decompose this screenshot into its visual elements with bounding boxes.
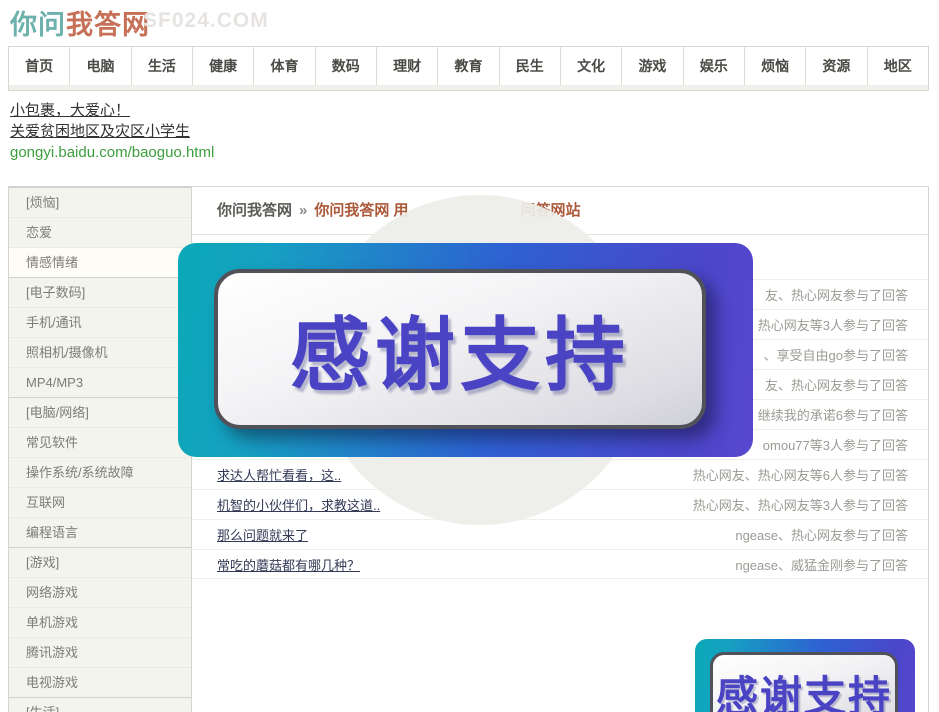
nav-item[interactable]: 生活 [132, 47, 193, 85]
nav-item[interactable]: 游戏 [622, 47, 683, 85]
question-title-link[interactable]: 那么问题就来了 [217, 525, 308, 544]
category-sidebar: [烦恼]恋爱情感情绪[电子数码]手机/通讯照相机/摄像机MP4/MP3[电脑/网… [9, 187, 192, 712]
nav-item[interactable]: 文化 [561, 47, 622, 85]
sidebar-category-item[interactable]: [电脑/网络] [9, 397, 191, 427]
sidebar-category-item[interactable]: 编程语言 [9, 517, 191, 547]
page-title-start: 你问我答网 用 [314, 202, 408, 219]
nav-item[interactable]: 烦恼 [745, 47, 806, 85]
main-nav: 首页电脑生活健康体育数码理财教育民生文化游戏娱乐烦恼资源地区 [8, 46, 929, 91]
sidebar-category-item[interactable]: 常见软件 [9, 427, 191, 457]
question-answer-info: ngease、威猛金刚参与了回答 [735, 555, 908, 574]
sidebar-category-item[interactable]: 照相机/摄像机 [9, 337, 191, 367]
nav-item[interactable]: 电脑 [70, 47, 131, 85]
question-title-link[interactable]: 常吃的蘑菇都有哪几种？ [217, 555, 360, 574]
nav-item[interactable]: 健康 [193, 47, 254, 85]
question-row: 常吃的蘑菇都有哪几种？ ngease、威猛金刚参与了回答 [192, 549, 928, 579]
question-answer-info: 热心网友、热心网友等3人参与了回答 [693, 495, 908, 514]
nav-item[interactable]: 数码 [316, 47, 377, 85]
site-logo[interactable]: 你问我答网 [10, 3, 150, 42]
page: 你问我答网 SF024.COM 首页电脑生活健康体育数码理财教育民生文化游戏娱乐… [0, 0, 939, 712]
sidebar-category-item[interactable]: 单机游戏 [9, 607, 191, 637]
sidebar-category-item[interactable]: 网络游戏 [9, 577, 191, 607]
question-answer-info: ngease、热心网友参与了回答 [735, 525, 908, 544]
thanks-banner-large-plate: 感谢支持 [214, 269, 706, 429]
nav-item[interactable]: 民生 [500, 47, 561, 85]
sidebar-category-item[interactable]: 互联网 [9, 487, 191, 517]
sidebar-category-item[interactable]: MP4/MP3 [9, 367, 191, 397]
sidebar-category-item[interactable]: [烦恼] [9, 187, 191, 217]
sidebar-category-item[interactable]: 情感情绪 [9, 247, 191, 277]
sidebar-category-item[interactable]: 手机/通讯 [9, 307, 191, 337]
nav-item[interactable]: 理财 [377, 47, 438, 85]
thanks-banner-small-plate: 感谢支持 [710, 652, 898, 712]
thanks-banner-large-text: 感谢支持 [290, 291, 630, 407]
question-answer-info: 热心网友、热心网友等6人参与了回答 [693, 465, 908, 484]
question-answer-info: omou77等3人参与了回答 [763, 435, 908, 454]
nav-item[interactable]: 娱乐 [684, 47, 745, 85]
question-title-link[interactable]: 机智的小伙伴们，求教这道.. [217, 495, 380, 514]
watermark-text: SF024.COM [143, 9, 269, 33]
question-title-link[interactable]: 求达人帮忙看看，这.. [217, 465, 341, 484]
promo-ad: 小包裹，大爱心！ 关爱贫困地区及灾区小学生 gongyi.baidu.com/b… [10, 100, 214, 163]
breadcrumb-separator: » [299, 202, 307, 219]
site-logo-part1: 你问 [10, 10, 66, 40]
question-row: 那么问题就来了 ngease、热心网友参与了回答 [192, 519, 928, 549]
sidebar-category-item[interactable]: 恋爱 [9, 217, 191, 247]
thanks-banner-small: 感谢支持 [695, 639, 915, 712]
site-logo-part2: 我答网 [66, 10, 150, 40]
promo-ad-subtitle-link[interactable]: 关爱贫困地区及灾区小学生 [10, 121, 214, 142]
sidebar-category-item[interactable]: [电子数码] [9, 277, 191, 307]
sidebar-category-item[interactable]: 电视游戏 [9, 667, 191, 697]
sidebar-category-item[interactable]: [生活] [9, 697, 191, 712]
nav-item[interactable]: 体育 [254, 47, 315, 85]
promo-ad-url-link[interactable]: gongyi.baidu.com/baoguo.html [10, 142, 214, 163]
sidebar-category-item[interactable]: 腾讯游戏 [9, 637, 191, 667]
nav-item[interactable]: 地区 [868, 47, 928, 85]
promo-ad-title-link[interactable]: 小包裹，大爱心！ [10, 100, 214, 121]
thanks-banner-small-text: 感谢支持 [716, 663, 892, 712]
breadcrumb-site-link[interactable]: 你问我答网 [217, 202, 292, 219]
sidebar-category-item[interactable]: [游戏] [9, 547, 191, 577]
nav-item[interactable]: 教育 [438, 47, 499, 85]
question-answer-info: 、享受自由go参与了回答 [764, 345, 908, 364]
nav-item[interactable]: 资源 [806, 47, 867, 85]
question-answer-info: 友、热心网友参与了回答 [765, 375, 908, 394]
question-answer-info: 继续我的承诺6参与了回答 [758, 405, 908, 424]
question-answer-info: 友、热心网友参与了回答 [765, 285, 908, 304]
nav-item[interactable]: 首页 [9, 47, 70, 85]
sidebar-category-item[interactable]: 操作系统/系统故障 [9, 457, 191, 487]
thanks-banner-large: 感谢支持 [178, 243, 753, 457]
question-answer-info: 热心网友等3人参与了回答 [758, 315, 908, 334]
